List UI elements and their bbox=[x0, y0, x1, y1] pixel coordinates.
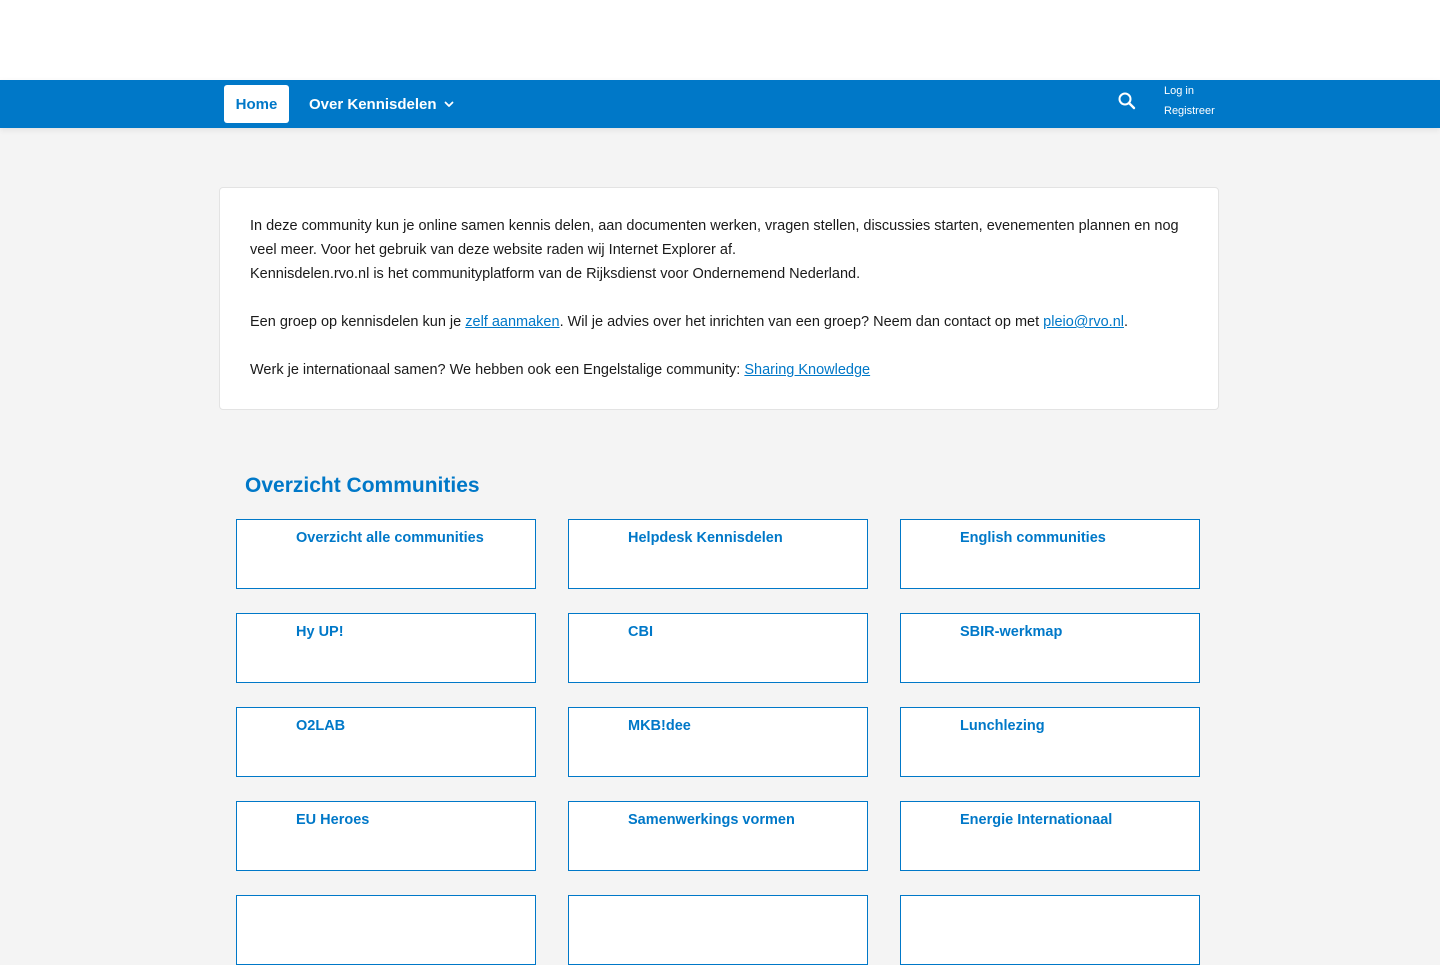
community-name: Samenwerkings vormen bbox=[628, 812, 795, 828]
community-icon bbox=[915, 720, 955, 760]
community-icon bbox=[915, 532, 955, 572]
community-icon bbox=[251, 720, 291, 760]
register-link[interactable]: Registreer bbox=[1164, 104, 1215, 118]
nav-home-link[interactable]: Home bbox=[224, 85, 289, 123]
create-group-link[interactable]: zelf aanmaken bbox=[465, 314, 559, 330]
group-text-middle: . Wil je advies over het inrichten van e… bbox=[559, 314, 1044, 330]
sharing-knowledge-link[interactable]: Sharing Knowledge bbox=[744, 362, 870, 378]
community-tile[interactable]: Helpdesk Kennisdelen bbox=[568, 519, 868, 589]
community-name: English communities bbox=[960, 530, 1106, 546]
community-tile-partial[interactable] bbox=[236, 895, 536, 965]
auth-links: Log in Registreer bbox=[1164, 84, 1215, 118]
community-name: Hy UP! bbox=[296, 624, 344, 640]
community-name: Energie Internationaal bbox=[960, 812, 1113, 828]
nav-about-label: Over Kennisdelen bbox=[309, 95, 437, 113]
community-tile[interactable]: EU Heroes bbox=[236, 801, 536, 871]
search-button[interactable] bbox=[1112, 88, 1142, 118]
community-name: O2LAB bbox=[296, 718, 346, 734]
intro-paragraph-2: Kennisdelen.rvo.nl is het communityplatf… bbox=[250, 266, 861, 282]
email-link[interactable]: pleio@rvo.nl bbox=[1043, 314, 1124, 330]
main-navigation: Home Over Kennisdelen Log in Registreer bbox=[0, 80, 1440, 128]
community-name: Helpdesk Kennisdelen bbox=[628, 530, 783, 546]
community-tile[interactable]: Hy UP! bbox=[236, 613, 536, 683]
community-tile[interactable]: Energie Internationaal bbox=[900, 801, 1200, 871]
community-tile[interactable]: Samenwerkings vormen bbox=[568, 801, 868, 871]
communities-title: Overzicht Communities bbox=[245, 474, 480, 497]
community-icon bbox=[251, 532, 291, 572]
chevron-down-icon bbox=[443, 98, 455, 110]
community-tile-partial[interactable] bbox=[568, 895, 868, 965]
search-icon bbox=[1117, 91, 1137, 116]
community-tile[interactable]: MKB!dee bbox=[568, 707, 868, 777]
community-name: CBI bbox=[628, 624, 653, 640]
community-icon bbox=[583, 814, 623, 854]
intro-card: In deze community kun je online samen ke… bbox=[219, 187, 1219, 410]
nav-about-dropdown[interactable]: Over Kennisdelen bbox=[309, 85, 455, 123]
intl-text-prefix: Werk je internationaal samen? We hebben … bbox=[250, 362, 745, 378]
top-header bbox=[0, 0, 1440, 80]
login-link[interactable]: Log in bbox=[1164, 84, 1215, 98]
community-icon bbox=[251, 626, 291, 666]
community-icon bbox=[583, 626, 623, 666]
intro-group-paragraph: Een groep op kennisdelen kun je zelf aan… bbox=[250, 310, 1190, 334]
group-text-prefix: Een groep op kennisdelen kun je bbox=[250, 314, 466, 330]
community-icon bbox=[251, 814, 291, 854]
community-icon bbox=[583, 532, 623, 572]
community-tile[interactable]: CBI bbox=[568, 613, 868, 683]
intro-paragraph-1: In deze community kun je online samen ke… bbox=[250, 218, 1179, 258]
community-icon bbox=[915, 814, 955, 854]
community-icon bbox=[583, 720, 623, 760]
intro-intl-paragraph: Werk je internationaal samen? We hebben … bbox=[250, 358, 1190, 382]
community-name: MKB!dee bbox=[628, 718, 691, 734]
community-tile-partial[interactable] bbox=[900, 895, 1200, 965]
community-tile[interactable]: O2LAB bbox=[236, 707, 536, 777]
community-icon bbox=[915, 626, 955, 666]
community-tile[interactable]: Overzicht alle communities bbox=[236, 519, 536, 589]
community-tile[interactable]: Lunchlezing bbox=[900, 707, 1200, 777]
community-tile[interactable]: English communities bbox=[900, 519, 1200, 589]
community-name: SBIR-werkmap bbox=[960, 624, 1063, 640]
community-tile[interactable]: SBIR-werkmap bbox=[900, 613, 1200, 683]
community-name: EU Heroes bbox=[296, 812, 370, 828]
group-text-suffix: . bbox=[1123, 314, 1129, 330]
community-name: Overzicht alle communities bbox=[296, 530, 484, 546]
intro-text: In deze community kun je online samen ke… bbox=[250, 214, 1190, 382]
community-name: Lunchlezing bbox=[960, 718, 1045, 734]
